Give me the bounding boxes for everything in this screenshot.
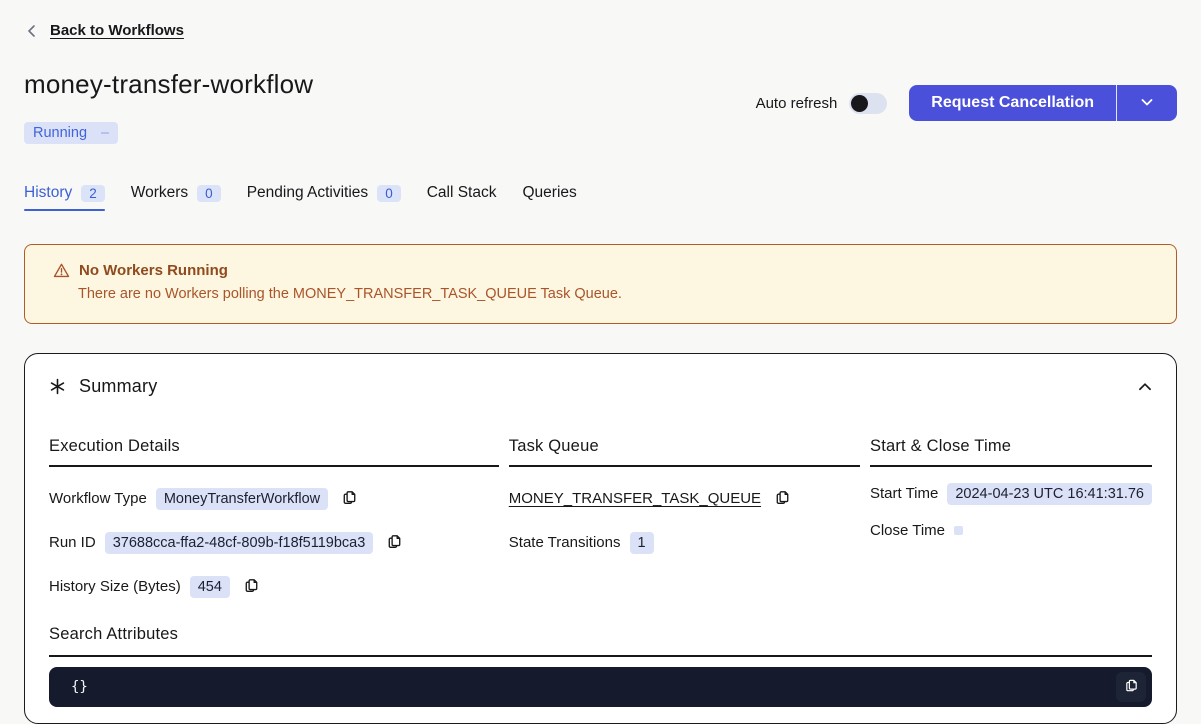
copy-history-size-button[interactable] bbox=[242, 576, 261, 598]
warning-triangle-icon bbox=[53, 262, 70, 279]
execution-details-heading: Execution Details bbox=[49, 437, 499, 467]
tab-pending-activities[interactable]: Pending Activities 0 bbox=[247, 184, 401, 211]
tab-count-badge: 0 bbox=[197, 185, 221, 202]
close-time-empty-badge bbox=[954, 526, 963, 535]
toggle-knob bbox=[851, 95, 868, 112]
close-time-row: Close Time bbox=[870, 518, 1152, 543]
copy-icon bbox=[1123, 677, 1140, 697]
run-id-label: Run ID bbox=[49, 534, 96, 551]
copy-workflow-type-button[interactable] bbox=[340, 488, 359, 510]
copy-task-queue-button[interactable] bbox=[773, 488, 792, 510]
task-queue-link-row: MONEY_TRANSFER_TASK_QUEUE bbox=[509, 486, 860, 511]
banner-message: There are no Workers polling the MONEY_T… bbox=[78, 286, 1156, 302]
status-label: Running bbox=[33, 125, 87, 141]
time-column: Start & Close Time Start Time 2024-04-23… bbox=[870, 437, 1152, 599]
start-time-label: Start Time bbox=[870, 485, 938, 502]
code-text: {} bbox=[71, 679, 1116, 695]
request-cancellation-button[interactable]: Request Cancellation bbox=[909, 85, 1117, 121]
task-queue-heading: Task Queue bbox=[509, 437, 860, 467]
summary-card: Summary Execution Details Workflow Type … bbox=[24, 353, 1177, 724]
tab-history[interactable]: History 2 bbox=[24, 184, 105, 211]
start-time-row: Start Time 2024-04-23 UTC 16:41:31.76 bbox=[870, 481, 1152, 506]
copy-icon bbox=[340, 488, 359, 510]
tab-count-badge: 0 bbox=[377, 185, 401, 202]
summary-grid: Execution Details Workflow Type MoneyTra… bbox=[49, 437, 1152, 599]
tab-call-stack[interactable]: Call Stack bbox=[427, 184, 497, 211]
copy-search-attributes-button[interactable] bbox=[1116, 672, 1146, 702]
copy-run-id-button[interactable] bbox=[385, 532, 404, 554]
search-attributes-heading: Search Attributes bbox=[49, 625, 1152, 657]
state-transitions-label: State Transitions bbox=[509, 534, 621, 551]
tab-queries[interactable]: Queries bbox=[522, 184, 576, 211]
state-transitions-row: State Transitions 1 bbox=[509, 530, 860, 555]
auto-refresh-control: Auto refresh bbox=[756, 93, 888, 114]
chevron-left-icon bbox=[24, 23, 40, 39]
history-size-row: History Size (Bytes) 454 bbox=[49, 574, 499, 599]
asterisk-icon bbox=[49, 378, 66, 395]
workflow-type-label: Workflow Type bbox=[49, 490, 147, 507]
search-attributes-code-block: {} bbox=[49, 667, 1152, 707]
cancellation-menu-button[interactable] bbox=[1117, 85, 1177, 121]
tab-label: Queries bbox=[522, 184, 576, 202]
tab-label: Call Stack bbox=[427, 184, 497, 202]
auto-refresh-toggle[interactable] bbox=[849, 93, 887, 114]
chevron-up-icon bbox=[1136, 378, 1154, 399]
tab-count-badge: 2 bbox=[81, 185, 105, 202]
copy-icon bbox=[242, 576, 261, 598]
tab-bar: History 2 Workers 0 Pending Activities 0… bbox=[24, 184, 1177, 211]
back-row: Back to Workflows bbox=[24, 0, 1177, 39]
workflow-type-value: MoneyTransferWorkflow bbox=[156, 488, 328, 510]
tab-label: Pending Activities bbox=[247, 184, 369, 202]
run-id-value: 37688cca-ffa2-48cf-809b-f18f5119bca3 bbox=[105, 532, 374, 554]
state-transitions-value: 1 bbox=[630, 532, 654, 554]
workflow-detail-page: Back to Workflows money-transfer-workflo… bbox=[0, 0, 1201, 724]
back-to-workflows-link[interactable]: Back to Workflows bbox=[50, 22, 184, 39]
no-workers-warning-banner: No Workers Running There are no Workers … bbox=[24, 244, 1177, 324]
auto-refresh-label: Auto refresh bbox=[756, 95, 838, 112]
request-cancellation-split-button: Request Cancellation bbox=[909, 85, 1177, 121]
header-controls: Auto refresh Request Cancellation bbox=[756, 85, 1177, 121]
chevron-down-icon bbox=[1139, 94, 1155, 113]
execution-details-column: Execution Details Workflow Type MoneyTra… bbox=[49, 437, 499, 599]
workflow-type-row: Workflow Type MoneyTransferWorkflow bbox=[49, 486, 499, 511]
summary-title: Summary bbox=[79, 376, 157, 397]
copy-icon bbox=[773, 488, 792, 510]
banner-title: No Workers Running bbox=[79, 262, 228, 279]
tab-workers[interactable]: Workers 0 bbox=[131, 184, 221, 211]
time-heading: Start & Close Time bbox=[870, 437, 1152, 467]
history-size-label: History Size (Bytes) bbox=[49, 578, 181, 595]
copy-icon bbox=[385, 532, 404, 554]
status-dash: – bbox=[101, 125, 109, 141]
collapse-summary-button[interactable] bbox=[1136, 378, 1154, 399]
task-queue-link[interactable]: MONEY_TRANSFER_TASK_QUEUE bbox=[509, 490, 761, 507]
task-queue-column: Task Queue MONEY_TRANSFER_TASK_QUEUE bbox=[509, 437, 860, 599]
start-time-value: 2024-04-23 UTC 16:41:31.76 bbox=[947, 483, 1152, 505]
close-time-label: Close Time bbox=[870, 522, 945, 539]
banner-title-row: No Workers Running bbox=[53, 262, 1156, 279]
run-id-row: Run ID 37688cca-ffa2-48cf-809b-f18f5119b… bbox=[49, 530, 499, 555]
tab-label: Workers bbox=[131, 184, 188, 202]
tab-label: History bbox=[24, 184, 72, 202]
status-row: Running – bbox=[24, 122, 1177, 144]
history-size-value: 454 bbox=[190, 576, 230, 598]
status-badge: Running – bbox=[24, 122, 118, 144]
summary-card-header: Summary bbox=[43, 376, 1158, 397]
